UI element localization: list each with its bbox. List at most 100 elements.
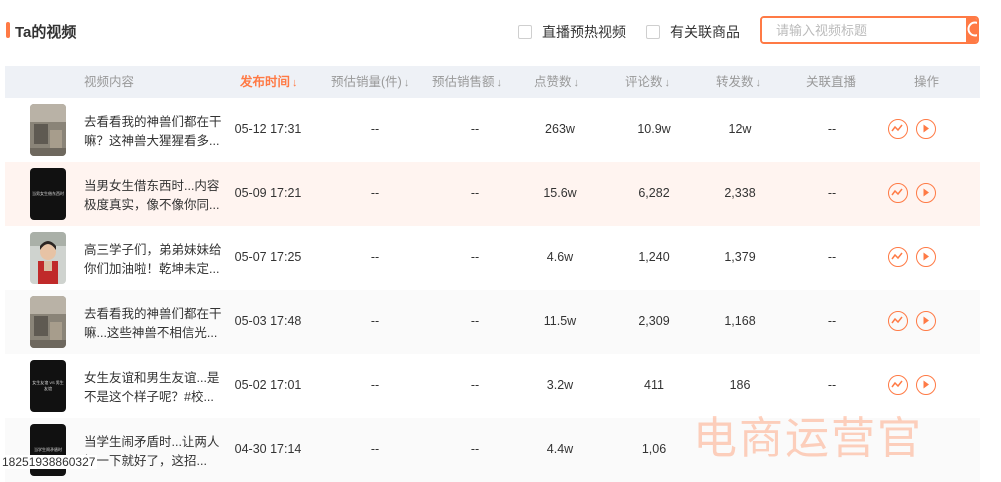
est-sales: -- (370, 122, 380, 136)
comment-count: 6,282 (638, 186, 670, 200)
video-thumbnail[interactable] (30, 104, 66, 156)
video-thumbnail-image (30, 232, 66, 284)
video-title[interactable]: 女生友谊和男生友谊...是不是这个样子呢？#校... (84, 369, 224, 407)
trend-chart-button[interactable] (888, 375, 908, 395)
est-amount: -- (470, 122, 480, 136)
col-est-sales-label: 预估销量(件) (331, 75, 402, 89)
video-title[interactable]: 当学生闹矛盾时...让两人视一下就好了，这招... (84, 433, 224, 471)
table-row[interactable]: 去看看我的神兽们都在干嘛...这些神兽不相信光... 05-03 17:48 -- -… (5, 290, 980, 354)
video-thumbnail[interactable] (30, 232, 66, 284)
filter-has-goods-label: 有关联商品 (670, 24, 740, 40)
share-count: 1,168 (724, 314, 756, 328)
comment-count: 411 (644, 378, 664, 392)
title-accent-bar (6, 22, 10, 38)
like-count: 3.2w (546, 378, 574, 392)
est-amount: -- (470, 442, 480, 456)
sort-arrow-icon: ↓ (755, 77, 762, 89)
play-icon (923, 380, 929, 389)
play-video-button[interactable] (916, 311, 936, 331)
header: Ta的视频 直播预热视频 有关联商品 (0, 0, 1001, 64)
play-icon (923, 316, 929, 325)
table-row[interactable]: 当男女生借东西时 当男女生借东西时...内容极度真实，像不像你同... 05-09 … (5, 162, 980, 226)
col-likes[interactable]: 点赞数 ↓ (534, 66, 579, 98)
related-live: -- (827, 378, 837, 392)
col-video-content: 视频内容 (84, 75, 135, 89)
search-button[interactable] (966, 18, 977, 42)
video-thumbnail[interactable] (30, 296, 66, 348)
col-est-amount[interactable]: 预估销售额 ↓ (432, 66, 502, 98)
like-count: 263w (545, 122, 575, 136)
video-thumbnail-image (30, 296, 66, 348)
publish-time: 04-30 17:14 (234, 442, 302, 456)
video-thumbnail-image (30, 104, 66, 156)
col-comments[interactable]: 评论数 ↓ (625, 66, 670, 98)
comment-count: 1,240 (638, 250, 670, 264)
trend-chart-icon (891, 124, 903, 132)
video-title[interactable]: 去看看我的神兽们都在干嘛？这神兽大猩猩看多... (84, 113, 224, 151)
like-count: 11.5w (543, 314, 577, 328)
related-live: -- (827, 122, 837, 136)
filter-has-goods[interactable]: 有关联商品 (646, 22, 740, 42)
share-count: 12w (728, 122, 752, 136)
col-shares-label: 转发数 (716, 75, 754, 89)
search-input[interactable] (762, 18, 966, 42)
page-title: Ta的视频 (15, 24, 77, 41)
play-video-button[interactable] (916, 375, 936, 395)
col-actions: 操作 (914, 75, 940, 89)
sort-arrow-icon: ↓ (403, 77, 410, 89)
filter-live-preheat[interactable]: 直播预热视频 (518, 22, 626, 42)
col-est-sales[interactable]: 预估销量(件) ↓ (331, 66, 409, 98)
comment-count: 1,06 (641, 442, 667, 456)
col-related-live: 关联直播 (806, 75, 857, 89)
video-thumbnail[interactable]: 当男女生借东西时 (30, 168, 66, 220)
publish-time: 05-02 17:01 (234, 378, 302, 392)
est-sales: -- (370, 442, 380, 456)
share-count: 2,338 (724, 186, 756, 200)
play-video-button[interactable] (916, 183, 936, 203)
sort-arrow-icon: ↓ (573, 77, 580, 89)
col-comments-label: 评论数 (625, 75, 663, 89)
trend-chart-button[interactable] (888, 119, 908, 139)
thumbnail-caption: 女生友谊 VS 男生友谊 (32, 380, 64, 391)
search-icon (967, 21, 977, 37)
video-title[interactable]: 高三学子们，弟弟妹妹给你们加油啦！乾坤未定... (84, 241, 224, 279)
col-shares[interactable]: 转发数 ↓ (716, 66, 761, 98)
publish-time: 05-03 17:48 (234, 314, 302, 328)
trend-chart-button[interactable] (888, 183, 908, 203)
share-count: 186 (729, 378, 751, 392)
play-icon (923, 252, 929, 261)
play-video-button[interactable] (916, 247, 936, 267)
play-video-button[interactable] (916, 119, 936, 139)
related-live: -- (827, 250, 837, 264)
col-publish-time[interactable]: 发布时间 ↓ (240, 66, 298, 98)
related-live: -- (827, 314, 837, 328)
trend-chart-icon (891, 188, 903, 196)
like-count: 4.6w (546, 250, 574, 264)
sort-arrow-icon: ↓ (664, 77, 671, 89)
checkbox-icon[interactable] (518, 25, 532, 39)
est-amount: -- (470, 314, 480, 328)
est-sales: -- (370, 186, 380, 200)
video-title[interactable]: 去看看我的神兽们都在干嘛...这些神兽不相信光... (84, 305, 224, 343)
search-box (760, 16, 979, 44)
table-row[interactable]: 高三学子们，弟弟妹妹给你们加油啦！乾坤未定... 05-07 17:25 -- -- 4… (5, 226, 980, 290)
like-count: 4.4w (546, 442, 574, 456)
table-row[interactable]: 去看看我的神兽们都在干嘛？这神兽大猩猩看多... 05-12 17:31 -- -- 2… (5, 98, 980, 162)
video-thumbnail[interactable]: 女生友谊 VS 男生友谊 (30, 360, 66, 412)
table-header: 视频内容 发布时间 ↓ 预估销量(件) ↓ 预估销售额 ↓ 点赞数 ↓ 评论数 ↓ 转发数… (5, 66, 980, 98)
trend-chart-icon (891, 380, 903, 388)
col-est-amount-label: 预估销售额 (432, 75, 495, 89)
related-live: -- (827, 186, 837, 200)
trend-chart-icon (891, 252, 903, 260)
video-title[interactable]: 当男女生借东西时...内容极度真实，像不像你同... (84, 177, 224, 215)
est-sales: -- (370, 250, 380, 264)
trend-chart-button[interactable] (888, 311, 908, 331)
play-icon (923, 188, 929, 197)
checkbox-icon[interactable] (646, 25, 660, 39)
trend-chart-button[interactable] (888, 247, 908, 267)
filter-live-preheat-label: 直播预热视频 (542, 24, 626, 40)
share-count: 1,379 (724, 250, 756, 264)
footer-id: 18251938860327 (0, 455, 98, 469)
publish-time: 05-07 17:25 (234, 250, 302, 264)
publish-time: 05-12 17:31 (234, 122, 302, 136)
